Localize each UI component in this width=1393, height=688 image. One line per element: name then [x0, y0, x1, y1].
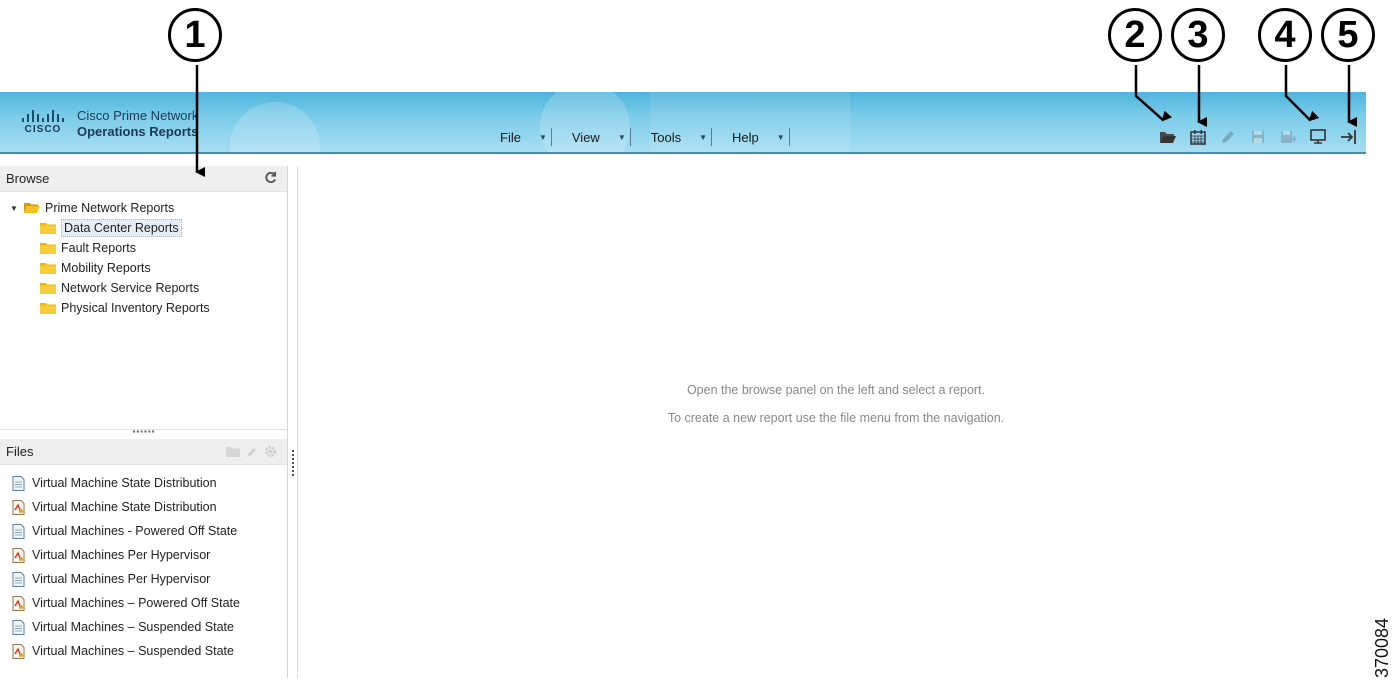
gear-icon[interactable] — [264, 445, 277, 458]
file-item[interactable]: Virtual Machines – Suspended State — [0, 615, 287, 639]
callout-3: 3 — [1171, 8, 1225, 62]
file-item[interactable]: Virtual Machines – Powered Off State — [0, 591, 287, 615]
callout-2: 2 — [1108, 8, 1162, 62]
file-item[interactable]: Virtual Machine State Distribution — [0, 471, 287, 495]
tree-item-label: Mobility Reports — [61, 261, 151, 275]
file-name: Virtual Machine State Distribution — [32, 500, 217, 514]
folder-icon — [40, 223, 56, 234]
file-item[interactable]: Virtual Machines - Powered Off State — [0, 519, 287, 543]
figure-number: 370084 — [1372, 617, 1392, 678]
tree-item-label: Fault Reports — [61, 241, 137, 255]
folder-icon — [40, 283, 56, 294]
tree-item-physical-inventory[interactable]: Physical Inventory Reports — [0, 298, 287, 318]
tree-root[interactable]: ▼ Prime Network Reports — [0, 198, 287, 218]
document-icon — [12, 475, 25, 491]
tree-item-mobility[interactable]: Mobility Reports — [0, 258, 287, 278]
tree-item-network-service[interactable]: Network Service Reports — [0, 278, 287, 298]
leader-4 — [1284, 65, 1320, 122]
files-header-wrap: Files — [0, 439, 287, 465]
folder-icon — [40, 263, 56, 274]
files-title: Files — [6, 444, 34, 459]
document-icon — [12, 619, 25, 635]
leader-2 — [1134, 65, 1173, 122]
empty-state-line-1: Open the browse panel on the left and se… — [686, 383, 986, 397]
files-header: Files — [0, 439, 287, 465]
folder-icon[interactable] — [226, 446, 240, 457]
expand-arrow-icon[interactable]: ▼ — [10, 204, 20, 213]
callout-5: 5 — [1321, 8, 1375, 62]
open-folder-icon — [24, 203, 40, 213]
report-icon — [12, 499, 25, 515]
report-icon — [12, 595, 25, 611]
grip-icon: ▪▪▪▪▪▪ — [132, 427, 156, 436]
file-name: Virtual Machines Per Hypervisor — [32, 548, 211, 562]
document-icon — [12, 571, 25, 587]
file-name: Virtual Machines - Powered Off State — [32, 524, 238, 538]
document-icon — [12, 523, 25, 539]
vertical-splitter-grip[interactable] — [291, 450, 295, 480]
tree-item-data-center[interactable]: Data Center Reports — [0, 218, 287, 238]
file-name: Virtual Machines – Powered Off State — [32, 596, 240, 610]
folder-icon — [40, 243, 56, 254]
callout-4: 4 — [1258, 8, 1312, 62]
folder-icon — [40, 303, 56, 314]
file-name: Virtual Machines Per Hypervisor — [32, 572, 211, 586]
panel-splitter[interactable]: ▪▪▪▪▪▪ — [0, 427, 288, 439]
file-name: Virtual Machines – Suspended State — [32, 620, 234, 634]
report-icon — [12, 547, 25, 563]
browse-tree: ▼ Prime Network Reports Data Center Repo… — [0, 192, 287, 318]
empty-state-line-2: To create a new report use the file menu… — [667, 411, 1005, 425]
left-panel: Browse ▼ Prime Network Reports Data Cent… — [0, 166, 288, 678]
file-name: Virtual Machines – Suspended State — [32, 644, 234, 658]
tree-root-label: Prime Network Reports — [45, 201, 175, 215]
empty-state-message: Open the browse panel on the left and se… — [298, 376, 1374, 432]
file-item[interactable]: Virtual Machine State Distribution — [0, 495, 287, 519]
file-item[interactable]: Virtual Machines Per Hypervisor — [0, 543, 287, 567]
edit-icon[interactable] — [246, 446, 258, 458]
tree-item-fault[interactable]: Fault Reports — [0, 238, 287, 258]
tree-item-label: Network Service Reports — [61, 281, 200, 295]
file-item[interactable]: Virtual Machines – Suspended State — [0, 639, 287, 663]
report-icon — [12, 643, 25, 659]
files-list: Virtual Machine State Distribution Virtu… — [0, 471, 287, 663]
file-name: Virtual Machine State Distribution — [32, 476, 217, 490]
callout-1: 1 — [168, 8, 222, 62]
file-item[interactable]: Virtual Machines Per Hypervisor — [0, 567, 287, 591]
tree-item-label: Data Center Reports — [61, 219, 182, 237]
tree-item-label: Physical Inventory Reports — [61, 301, 210, 315]
